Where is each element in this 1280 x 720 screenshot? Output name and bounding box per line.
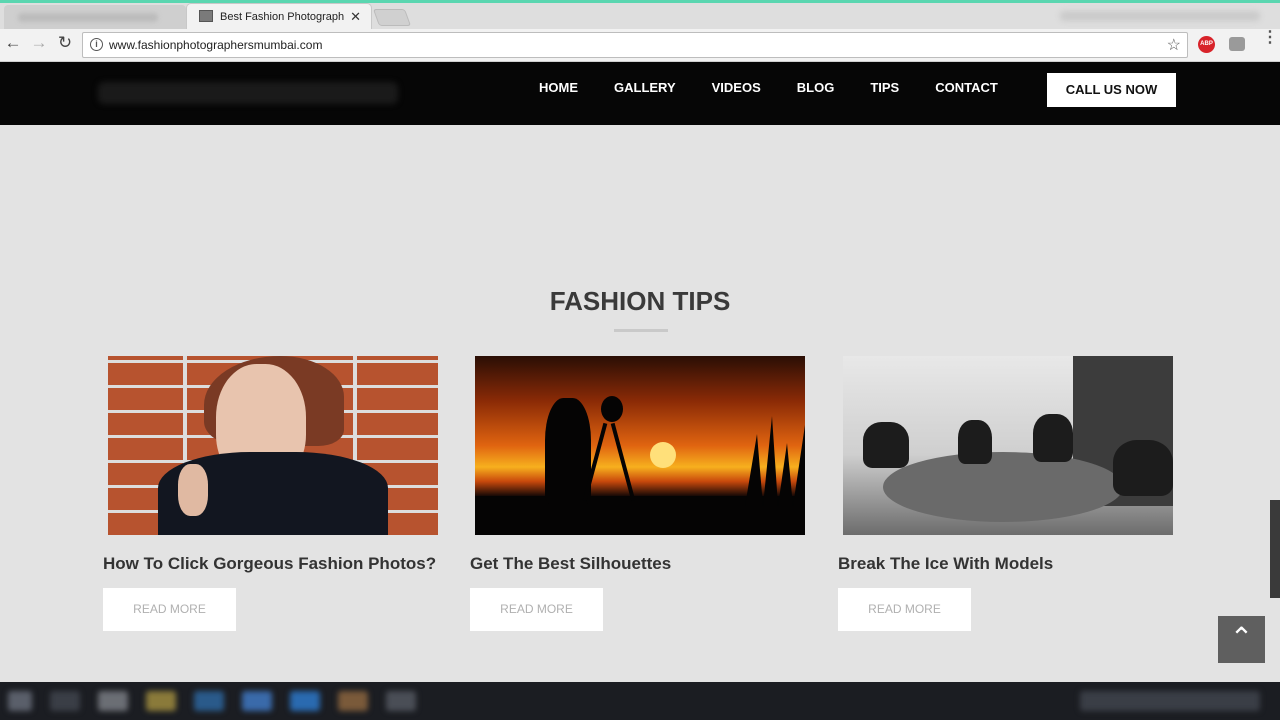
taskbar-app-icon[interactable]: [98, 691, 128, 711]
section-title: FASHION TIPS: [549, 286, 731, 316]
nav-blog[interactable]: BLOG: [797, 81, 835, 95]
taskbar-app-icon[interactable]: [50, 691, 80, 711]
card-title[interactable]: Break The Ice With Models: [838, 554, 1178, 574]
taskbar-app-icon[interactable]: [290, 691, 320, 711]
nav-tips[interactable]: TIPS: [870, 81, 899, 95]
window-controls-blurred: [1060, 11, 1260, 21]
taskbar-app-icon[interactable]: [194, 691, 224, 711]
card-image-portrait[interactable]: [108, 356, 438, 535]
tab-title: Best Fashion Photograph: [220, 11, 344, 23]
taskbar-app-icon[interactable]: [338, 691, 368, 711]
nav-contact[interactable]: CONTACT: [935, 81, 998, 95]
browser-tab-inactive[interactable]: [4, 5, 186, 30]
taskbar-app-icon[interactable]: [242, 691, 272, 711]
nav-videos[interactable]: VIDEOS: [712, 81, 761, 95]
browser-tab-active[interactable]: Best Fashion Photograph ✕: [186, 3, 372, 30]
call-us-now-button[interactable]: CALL US NOW: [1047, 73, 1176, 107]
tip-card: Get The Best Silhouettes READ MORE: [470, 356, 810, 631]
start-icon[interactable]: [8, 691, 32, 711]
tab-title-blurred: [18, 13, 158, 22]
info-icon[interactable]: i: [90, 38, 103, 51]
taskbar-app-icon[interactable]: [386, 691, 416, 711]
address-bar[interactable]: i www.fashionphotographersmumbai.com ☆: [82, 32, 1188, 58]
tip-card: Break The Ice With Models READ MORE: [838, 356, 1178, 631]
site-logo[interactable]: [98, 82, 398, 104]
read-more-button[interactable]: READ MORE: [470, 588, 603, 631]
adblock-icon[interactable]: ABP: [1198, 36, 1215, 53]
system-tray[interactable]: [1080, 691, 1260, 711]
title-divider: [614, 329, 668, 332]
read-more-button[interactable]: READ MORE: [103, 588, 236, 631]
forward-arrow-icon[interactable]: →: [29, 33, 49, 53]
card-title[interactable]: Get The Best Silhouettes: [470, 554, 810, 574]
site-header: HOME GALLERY VIDEOS BLOG TIPS CONTACT CA…: [0, 62, 1280, 125]
close-icon[interactable]: ✕: [350, 9, 361, 25]
extension-icon[interactable]: [1229, 37, 1245, 51]
browser-tabstrip: Best Fashion Photograph ✕: [0, 0, 1280, 30]
reload-icon[interactable]: ↻: [55, 33, 75, 53]
card-image-silhouette[interactable]: [475, 356, 805, 535]
card-image-fashion-shoot[interactable]: [843, 356, 1173, 535]
main-nav: HOME GALLERY VIDEOS BLOG TIPS CONTACT: [521, 81, 1016, 95]
browser-menu-icon[interactable]: ⋮: [1262, 30, 1278, 46]
url-text[interactable]: www.fashionphotographersmumbai.com: [109, 38, 322, 52]
tip-card: How To Click Gorgeous Fashion Photos? RE…: [103, 356, 443, 631]
bookmark-star-icon[interactable]: ☆: [1167, 35, 1181, 55]
favicon-icon: [199, 10, 213, 22]
os-taskbar: [0, 682, 1280, 720]
nav-home[interactable]: HOME: [539, 81, 578, 95]
browser-toolbar: ← → ↻ i www.fashionphotographersmumbai.c…: [0, 29, 1280, 62]
back-arrow-icon[interactable]: ←: [3, 33, 23, 53]
taskbar-app-icon[interactable]: [146, 691, 176, 711]
nav-gallery[interactable]: GALLERY: [614, 81, 676, 95]
page-scrollbar[interactable]: [1270, 500, 1280, 598]
new-tab-button[interactable]: [372, 9, 412, 26]
card-title[interactable]: How To Click Gorgeous Fashion Photos?: [103, 554, 443, 574]
read-more-button[interactable]: READ MORE: [838, 588, 971, 631]
back-to-top-button[interactable]: ⌃: [1218, 616, 1265, 663]
